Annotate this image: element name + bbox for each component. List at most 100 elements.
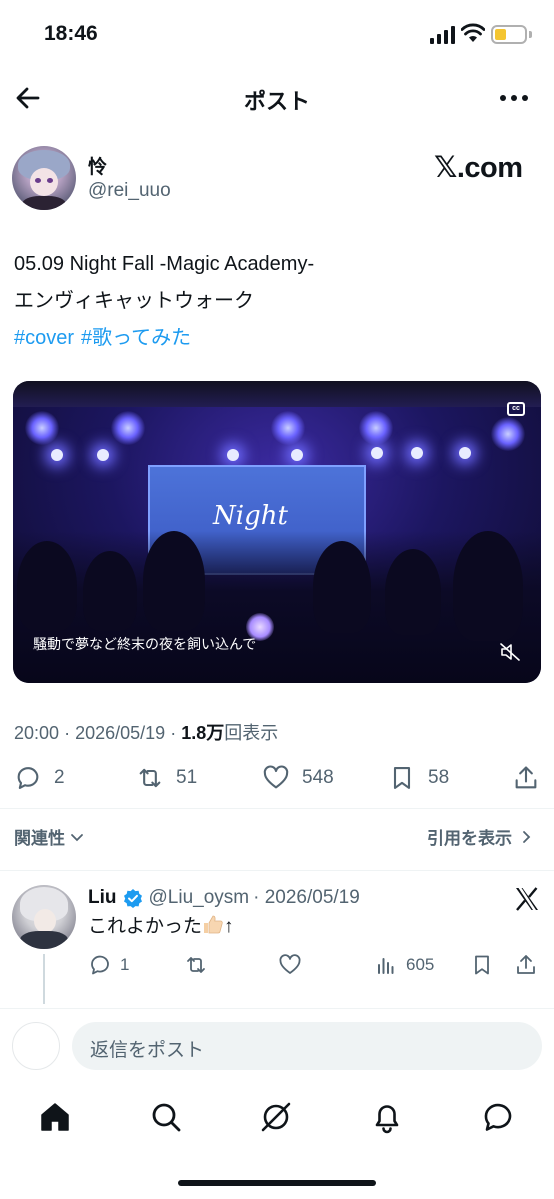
x-logo-icon: [516, 887, 538, 911]
bookmark-icon: [393, 767, 411, 789]
sort-label: 関連性: [14, 829, 65, 848]
home-indicator: [178, 1180, 376, 1186]
reply-text-body: これよかった: [88, 916, 203, 937]
share-icon: [515, 766, 537, 789]
hashtag-link[interactable]: #cover: [14, 327, 74, 349]
reply-actions: 1 605: [0, 950, 554, 980]
meta-separator: ·: [170, 723, 177, 743]
reply-repost-button[interactable]: [184, 950, 208, 980]
reply-text: これよかった ↑: [88, 914, 234, 940]
page-title: ポスト: [243, 89, 310, 114]
search-icon[interactable]: [149, 1100, 183, 1134]
views-chart-icon: [378, 958, 394, 974]
crowd-head: [313, 541, 371, 633]
crowd-head: [385, 549, 441, 635]
stage-truss: [13, 381, 541, 407]
reply-author-avatar[interactable]: [12, 885, 76, 949]
chevron-down-icon: [71, 833, 83, 841]
spotlight: [411, 447, 423, 459]
reply-author-name[interactable]: Liu: [88, 887, 117, 909]
author-handle[interactable]: @rei_uuo: [88, 180, 171, 202]
post-actions: 2 51 548 58: [0, 760, 554, 796]
post-meta: 20:00 · 2026/05/19 · 1.8万回表示: [14, 719, 278, 745]
spotlight: [227, 449, 239, 461]
crowd-head: [143, 531, 205, 631]
stage-screen-text: Night: [213, 501, 288, 531]
reply-count: 2: [54, 767, 65, 788]
thumbs-up-emoji-icon: [204, 915, 223, 934]
divider: [0, 1008, 554, 1009]
spotlight: [291, 449, 303, 461]
chevron-right-icon: [523, 830, 531, 843]
stage-light: [111, 411, 145, 445]
battery-icon: [491, 25, 527, 44]
reply-views-button[interactable]: 605: [374, 950, 434, 980]
reply-bookmark-button[interactable]: [470, 950, 494, 980]
reply-header: Liu @Liu_oysm · 2026/05/19: [88, 887, 360, 909]
author-avatar[interactable]: [12, 146, 76, 210]
share-button[interactable]: [512, 760, 540, 796]
spotlight: [51, 449, 63, 461]
reply-composer-placeholder: 返信をポスト: [90, 1040, 205, 1061]
messages-icon[interactable]: [481, 1100, 515, 1134]
post-time: 20:00: [14, 723, 60, 743]
reply-date[interactable]: · 2026/05/19: [253, 887, 360, 909]
grok-icon[interactable]: [259, 1100, 293, 1134]
divider: [0, 808, 554, 809]
sort-relevance-dropdown[interactable]: 関連性: [14, 824, 85, 849]
repost-count: 51: [176, 767, 198, 788]
wifi-icon: [461, 23, 485, 42]
heart-icon: [263, 765, 289, 789]
reply-author-handle[interactable]: @Liu_oysm: [149, 887, 250, 909]
closed-captions-icon[interactable]: cc: [507, 402, 525, 416]
reply-bubble-icon: [17, 767, 39, 789]
reply-like-button[interactable]: [278, 950, 302, 980]
spotlight: [371, 447, 383, 459]
hashtags: #cover #歌ってみた: [14, 320, 534, 357]
reply-bubble-icon: [91, 955, 109, 975]
post-text: 05.09 Night Fall -Magic Academy- エンヴィキャッ…: [14, 246, 534, 357]
status-bar: 18:46: [0, 0, 554, 70]
current-user-avatar[interactable]: [12, 1022, 60, 1070]
bottom-navigation: [0, 1090, 554, 1150]
like-button[interactable]: 548: [262, 760, 334, 796]
more-options-icon[interactable]: [498, 86, 530, 110]
crowd-head: [83, 551, 137, 631]
video-player[interactable]: Night cc 騒動で夢など終末の夜を飼い込んで: [13, 381, 541, 683]
replies-sort-row: 関連性 引用を表示: [0, 822, 554, 852]
notifications-bell-icon[interactable]: [370, 1100, 404, 1134]
post-date[interactable]: 2026/05/19: [75, 723, 165, 743]
reply-reply-button[interactable]: 1: [88, 950, 129, 980]
verified-badge-icon: [123, 889, 142, 908]
crowd-head: [17, 541, 77, 631]
share-icon: [517, 955, 535, 974]
view-quotes-label: 引用を表示: [427, 829, 512, 848]
reply-reply-count: 1: [120, 955, 130, 974]
crowd-head: [453, 531, 523, 641]
hashtag-link[interactable]: #歌ってみた: [81, 327, 191, 349]
battery-cap: [529, 31, 532, 38]
repost-icon: [187, 957, 205, 973]
author-name[interactable]: 怜: [88, 152, 107, 179]
post-text-line-2: エンヴィキャットウォーク: [14, 290, 254, 312]
bookmark-button[interactable]: 58: [388, 760, 449, 796]
stage-light: [491, 417, 525, 451]
reply-share-button[interactable]: [514, 950, 538, 980]
stage-light: [25, 411, 59, 445]
x-com-logo: 𝕏.com: [434, 152, 523, 184]
view-quotes-link[interactable]: 引用を表示: [427, 824, 534, 849]
like-count: 548: [302, 767, 334, 788]
stage-light: [359, 411, 393, 445]
reply-button[interactable]: 2: [14, 760, 65, 796]
home-icon[interactable]: [38, 1100, 72, 1134]
muted-speaker-icon[interactable]: [499, 642, 521, 662]
heart-icon: [279, 954, 301, 974]
spotlight: [459, 447, 471, 459]
views-count: 1.8万: [181, 723, 225, 743]
video-caption: 騒動で夢など終末の夜を飼い込んで: [33, 636, 257, 652]
repost-icon: [139, 768, 161, 788]
spotlight: [97, 449, 109, 461]
cellular-signal-icon: [430, 26, 455, 44]
views-label: 回表示: [224, 723, 279, 743]
repost-button[interactable]: 51: [136, 760, 197, 796]
